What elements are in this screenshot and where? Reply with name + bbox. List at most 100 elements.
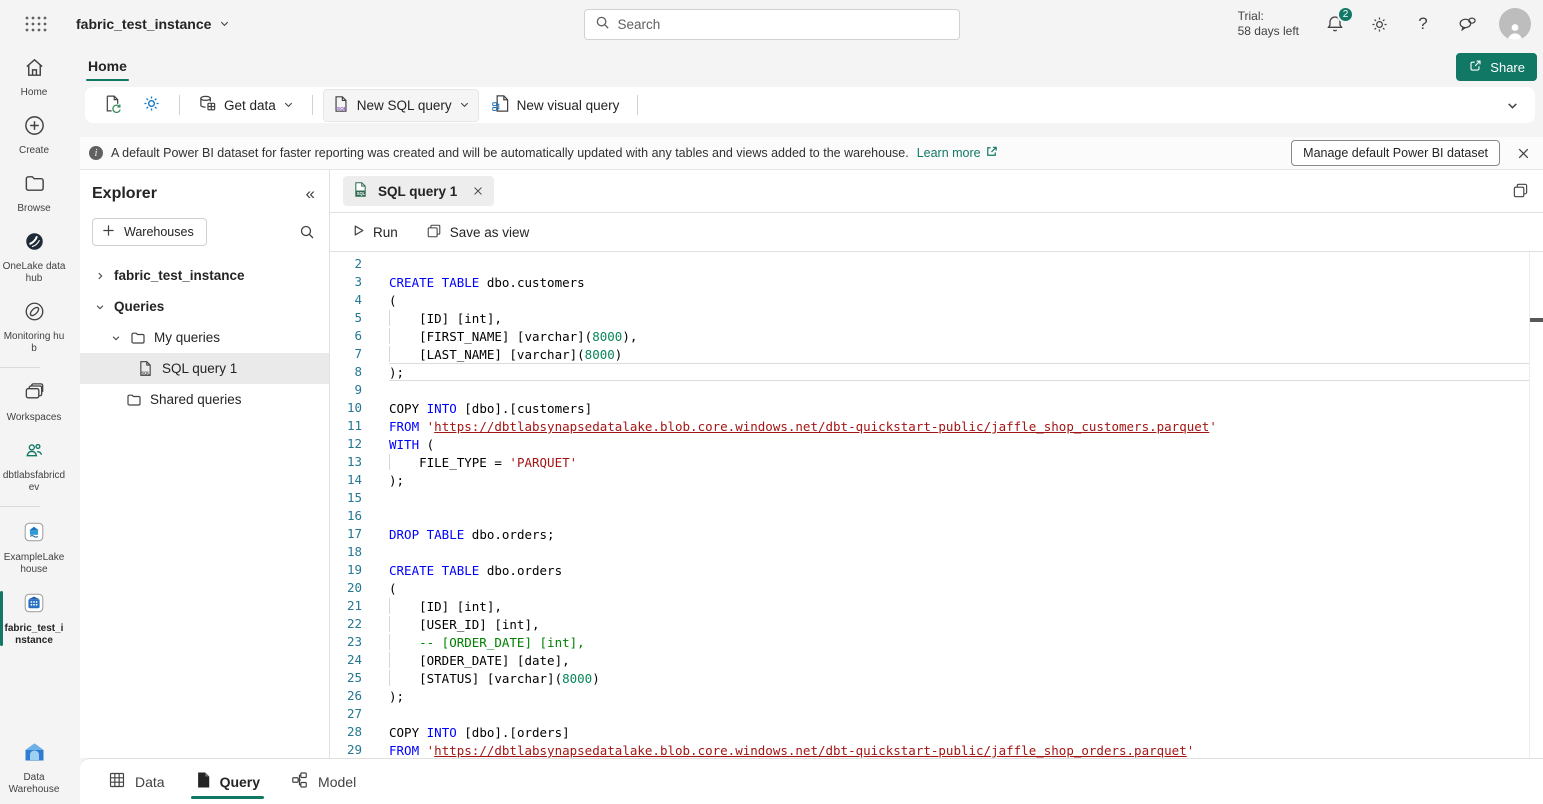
search-input[interactable]: Search — [584, 9, 960, 40]
close-tab-icon[interactable] — [472, 185, 484, 197]
avatar[interactable] — [1499, 8, 1531, 40]
tree-item-label: My queries — [154, 330, 220, 345]
line-number: 14 — [330, 471, 362, 489]
ribbon-toolbar: Get data SQL New SQL query New visual qu… — [85, 87, 1535, 123]
code-line-19: 19CREATE TABLE dbo.orders — [330, 561, 1529, 579]
bottom-tab-data[interactable]: Data — [100, 759, 173, 804]
code-text — [389, 381, 1529, 399]
share-button[interactable]: Share — [1456, 53, 1537, 81]
rail-item-home[interactable]: Home — [0, 48, 68, 106]
banner-text: A default Power BI dataset for faster re… — [111, 146, 909, 160]
topbar-actions: Trial: 58 days left 2 ? — [1238, 0, 1531, 48]
code-text — [389, 543, 1529, 561]
code-line-21: 21 [ID] [int], — [330, 597, 1529, 615]
get-data-button[interactable]: Get data — [190, 89, 302, 121]
sql-document-icon: SQL — [332, 95, 350, 116]
code-text: FILE_TYPE = 'PARQUET' — [389, 453, 1529, 471]
tree-item-label: SQL query 1 — [162, 361, 237, 376]
rail-item-browse[interactable]: Browse — [0, 164, 68, 222]
line-number: 24 — [330, 651, 362, 669]
search-icon[interactable] — [299, 224, 315, 240]
save-as-view-button[interactable]: Save as view — [417, 218, 539, 247]
grid-icon — [108, 771, 126, 792]
divider — [0, 506, 40, 507]
bottom-tab-model[interactable]: Model — [282, 759, 364, 804]
line-number: 12 — [330, 435, 362, 453]
editor-scrollbar[interactable] — [1529, 252, 1543, 758]
code-text: FROM 'https://dbtlabsynapsedatalake.blob… — [389, 741, 1529, 758]
tab-home[interactable]: Home — [86, 50, 129, 84]
notification-badge: 2 — [1337, 6, 1354, 23]
tree-item-shared-queries[interactable]: Shared queries — [80, 384, 329, 415]
code-line-11: 11FROM 'https://dbtlabsynapsedatalake.bl… — [330, 417, 1529, 435]
chevron-down-icon[interactable] — [94, 302, 106, 312]
bottom-tab-query[interactable]: Query — [187, 759, 268, 804]
new-visual-query-button[interactable]: New visual query — [483, 89, 628, 121]
people-icon — [23, 439, 46, 467]
search-placeholder: Search — [618, 17, 661, 32]
help-button[interactable]: ? — [1411, 12, 1435, 36]
explorer-tree: fabric_test_instanceQueries My queries SQL… — [80, 260, 329, 415]
line-number: 23 — [330, 633, 362, 651]
doc-filled-icon — [195, 771, 211, 792]
play-icon — [352, 224, 365, 240]
sql-document-green-icon: SQL — [352, 181, 369, 201]
layers-icon — [23, 381, 46, 409]
code-text: CREATE TABLE dbo.orders — [389, 561, 1529, 579]
ribbon-collapse-chevron-icon[interactable] — [1506, 99, 1519, 112]
sql-editor[interactable]: 23CREATE TABLE dbo.customers4(5 [ID] [in… — [330, 252, 1543, 758]
app-launcher-icon[interactable] — [24, 14, 48, 34]
new-sql-query-button[interactable]: SQL New SQL query — [323, 89, 479, 122]
scrollbar-mark — [1530, 318, 1543, 322]
rail-item-label: Create — [2, 145, 66, 157]
code-text: FROM 'https://dbtlabsynapsedatalake.blob… — [389, 417, 1529, 435]
notifications-button[interactable]: 2 — [1323, 12, 1347, 36]
code-text: ); — [389, 471, 1529, 489]
query-toolbar: Run Save as view — [330, 213, 1543, 252]
run-button[interactable]: Run — [343, 219, 407, 245]
tree-item-my-queries[interactable]: My queries — [80, 322, 329, 353]
rail-item-onelake-data-hub[interactable]: OneLake data hub — [0, 222, 68, 292]
rail-item-dbtlabsfabricdev[interactable]: dbtlabsfabricdev — [0, 431, 68, 501]
settings-button[interactable] — [1367, 12, 1391, 36]
code-text: ); — [389, 687, 1529, 705]
line-number: 8 — [330, 363, 362, 381]
copy-icon[interactable] — [1512, 182, 1529, 199]
chevron-right-icon[interactable] — [94, 271, 106, 281]
rail-item-workspaces[interactable]: Workspaces — [0, 373, 68, 431]
collapse-panel-icon[interactable]: « — [306, 184, 315, 204]
bottom-tab-label: Query — [220, 774, 260, 790]
rail-item-label: Workspaces — [2, 412, 66, 424]
chevron-down-icon[interactable] — [110, 333, 122, 343]
code-text — [389, 489, 1529, 507]
code-line-16: 16 — [330, 507, 1529, 525]
new-warehouse-button[interactable]: Warehouses — [92, 218, 207, 246]
explorer-panel: Explorer « Warehouses fabric_test_instan… — [80, 170, 330, 758]
banner-close-icon[interactable] — [1514, 144, 1533, 163]
folder-large-icon — [23, 172, 46, 200]
feedback-button[interactable] — [1455, 12, 1479, 36]
svg-text:SQL: SQL — [337, 105, 347, 111]
learn-more-link[interactable]: Learn more — [917, 145, 998, 161]
line-number: 13 — [330, 453, 362, 471]
code-text: [STATUS] [varchar](8000) — [389, 669, 1529, 687]
rail-item-examplelakehouse[interactable]: ExampleLakehouse — [0, 512, 68, 583]
settings-gear-button[interactable] — [134, 89, 169, 121]
tree-item-sql-query-1[interactable]: SQLSQL query 1 — [80, 353, 329, 384]
home-icon — [23, 56, 46, 84]
query-tab[interactable]: SQL SQL query 1 — [343, 176, 494, 206]
line-number: 22 — [330, 615, 362, 633]
tree-item-fabric-test-instance[interactable]: fabric_test_instance — [80, 260, 329, 291]
line-number: 10 — [330, 399, 362, 417]
external-link-icon — [985, 145, 998, 161]
rail-item-fabric-test-instance[interactable]: fabric_test_instance — [0, 583, 68, 654]
rail-item-monitoring-hub[interactable]: Monitoring hub — [0, 292, 68, 362]
top-bar: fabric_test_instance Search Trial: 58 da… — [0, 0, 1543, 48]
refresh-document-button[interactable] — [95, 89, 130, 121]
rail-item-data-warehouse[interactable]: Data Warehouse — [2, 740, 66, 804]
manage-dataset-button[interactable]: Manage default Power BI dataset — [1291, 140, 1500, 166]
rail-item-label: OneLake data hub — [2, 261, 66, 285]
workspace-switcher[interactable]: fabric_test_instance — [76, 16, 230, 32]
tree-item-queries[interactable]: Queries — [80, 291, 329, 322]
rail-item-create[interactable]: Create — [0, 106, 68, 164]
